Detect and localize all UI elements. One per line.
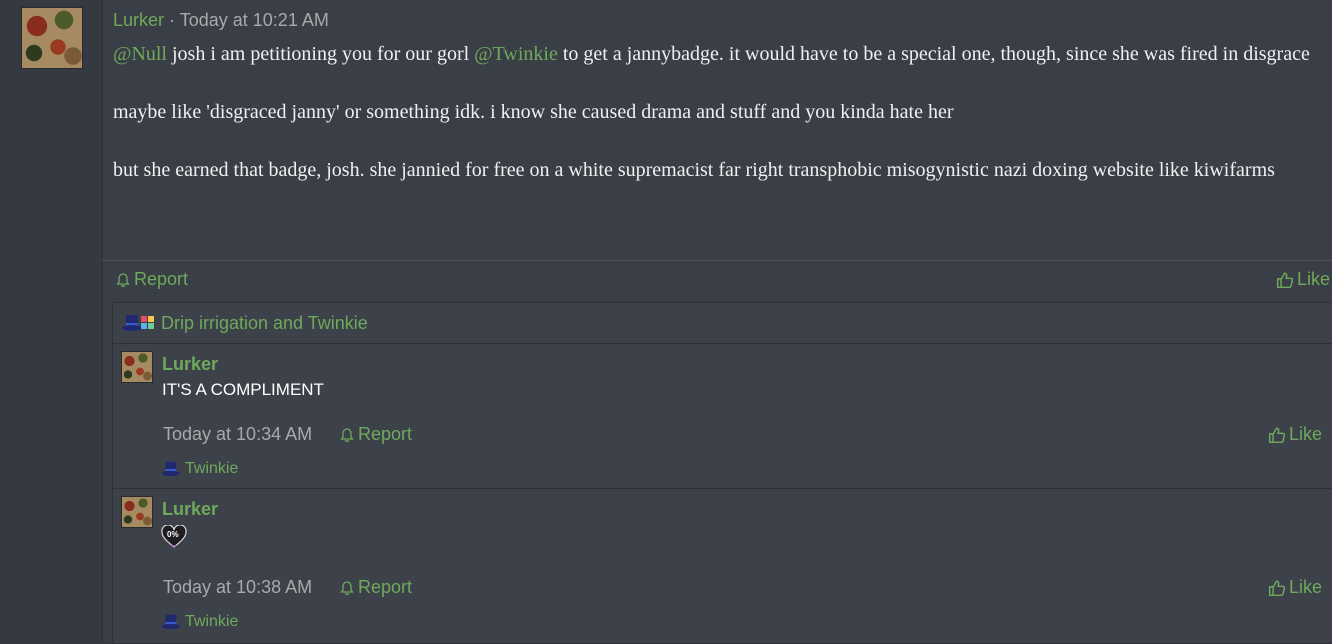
post-paragraph-2: maybe like 'disgraced janny' or somethin… (113, 101, 954, 123)
reply-reaction[interactable]: Twinkie (161, 613, 238, 631)
reply-like-button[interactable]: Like (1268, 424, 1322, 445)
post-body: @Null josh i am petitioning you for our … (113, 40, 1325, 185)
report-button[interactable]: Report (115, 269, 188, 290)
reply-avatar[interactable] (121, 496, 153, 528)
reply-reaction[interactable]: Twinkie (161, 460, 238, 478)
reply-like-label: Like (1289, 577, 1323, 597)
bell-icon (340, 580, 354, 595)
bell-icon (340, 427, 354, 442)
post-header: Lurker · Today at 10:21 AM (113, 10, 329, 31)
heart-emoji-icon: 0% (161, 524, 187, 549)
reply-report-label: Report (358, 577, 413, 597)
thumbs-up-icon (1268, 580, 1286, 596)
reply-time[interactable]: Today at 10:34 AM (163, 424, 312, 445)
reaction-summary-text: Drip irrigation and Twinkie (161, 312, 368, 333)
mention-null[interactable]: @Null (113, 43, 167, 65)
reply-report-button[interactable]: Report (339, 577, 412, 598)
reply-time[interactable]: Today at 10:38 AM (163, 577, 312, 598)
reply-report-label: Report (358, 424, 413, 444)
like-label: Like (1297, 269, 1331, 289)
mention-twinkie[interactable]: @Twinkie (474, 43, 558, 65)
header-separator: · (169, 10, 176, 30)
reactions-box: Drip irrigation and Twinkie Lurker IT'S … (112, 302, 1332, 644)
thumbs-up-icon (1268, 427, 1286, 443)
thumbs-up-icon (1276, 272, 1294, 288)
reply-reaction-user: Twinkie (185, 460, 239, 477)
heart-emoji-text: 0% (167, 530, 179, 539)
reply-like-label: Like (1289, 424, 1323, 444)
top-hat-icon (162, 461, 180, 477)
like-button[interactable]: Like (1276, 269, 1330, 290)
reply-avatar[interactable] (121, 351, 153, 383)
avatar[interactable] (21, 7, 83, 69)
reply-divider (113, 488, 1332, 489)
puzzle-icon (141, 316, 154, 329)
reply-report-button[interactable]: Report (339, 424, 412, 445)
reaction-summary[interactable]: Drip irrigation and Twinkie (113, 303, 1332, 344)
reply-like-button[interactable]: Like (1268, 577, 1322, 598)
reply-author[interactable]: Lurker (162, 354, 218, 375)
post-time[interactable]: Today at 10:21 AM (180, 10, 329, 30)
reply-author[interactable]: Lurker (162, 499, 218, 520)
left-gutter (0, 0, 102, 642)
post-paragraph-1: @Null josh i am petitioning you for our … (113, 40, 1325, 69)
bell-icon (116, 272, 130, 287)
post-divider (102, 260, 1332, 261)
reply-text: IT'S A COMPLIMENT (162, 380, 324, 399)
top-hat-icon (162, 614, 180, 630)
post-text-1a: josh i am petitioning you for our gorl (166, 43, 475, 65)
reply-reaction-user: Twinkie (185, 613, 239, 630)
post-author[interactable]: Lurker (113, 10, 164, 30)
post-text-1b: to get a jannybadge. it would have to be… (557, 43, 1310, 65)
report-label: Report (134, 269, 189, 289)
post-paragraph-3: but she earned that badge, josh. she jan… (113, 159, 1275, 181)
